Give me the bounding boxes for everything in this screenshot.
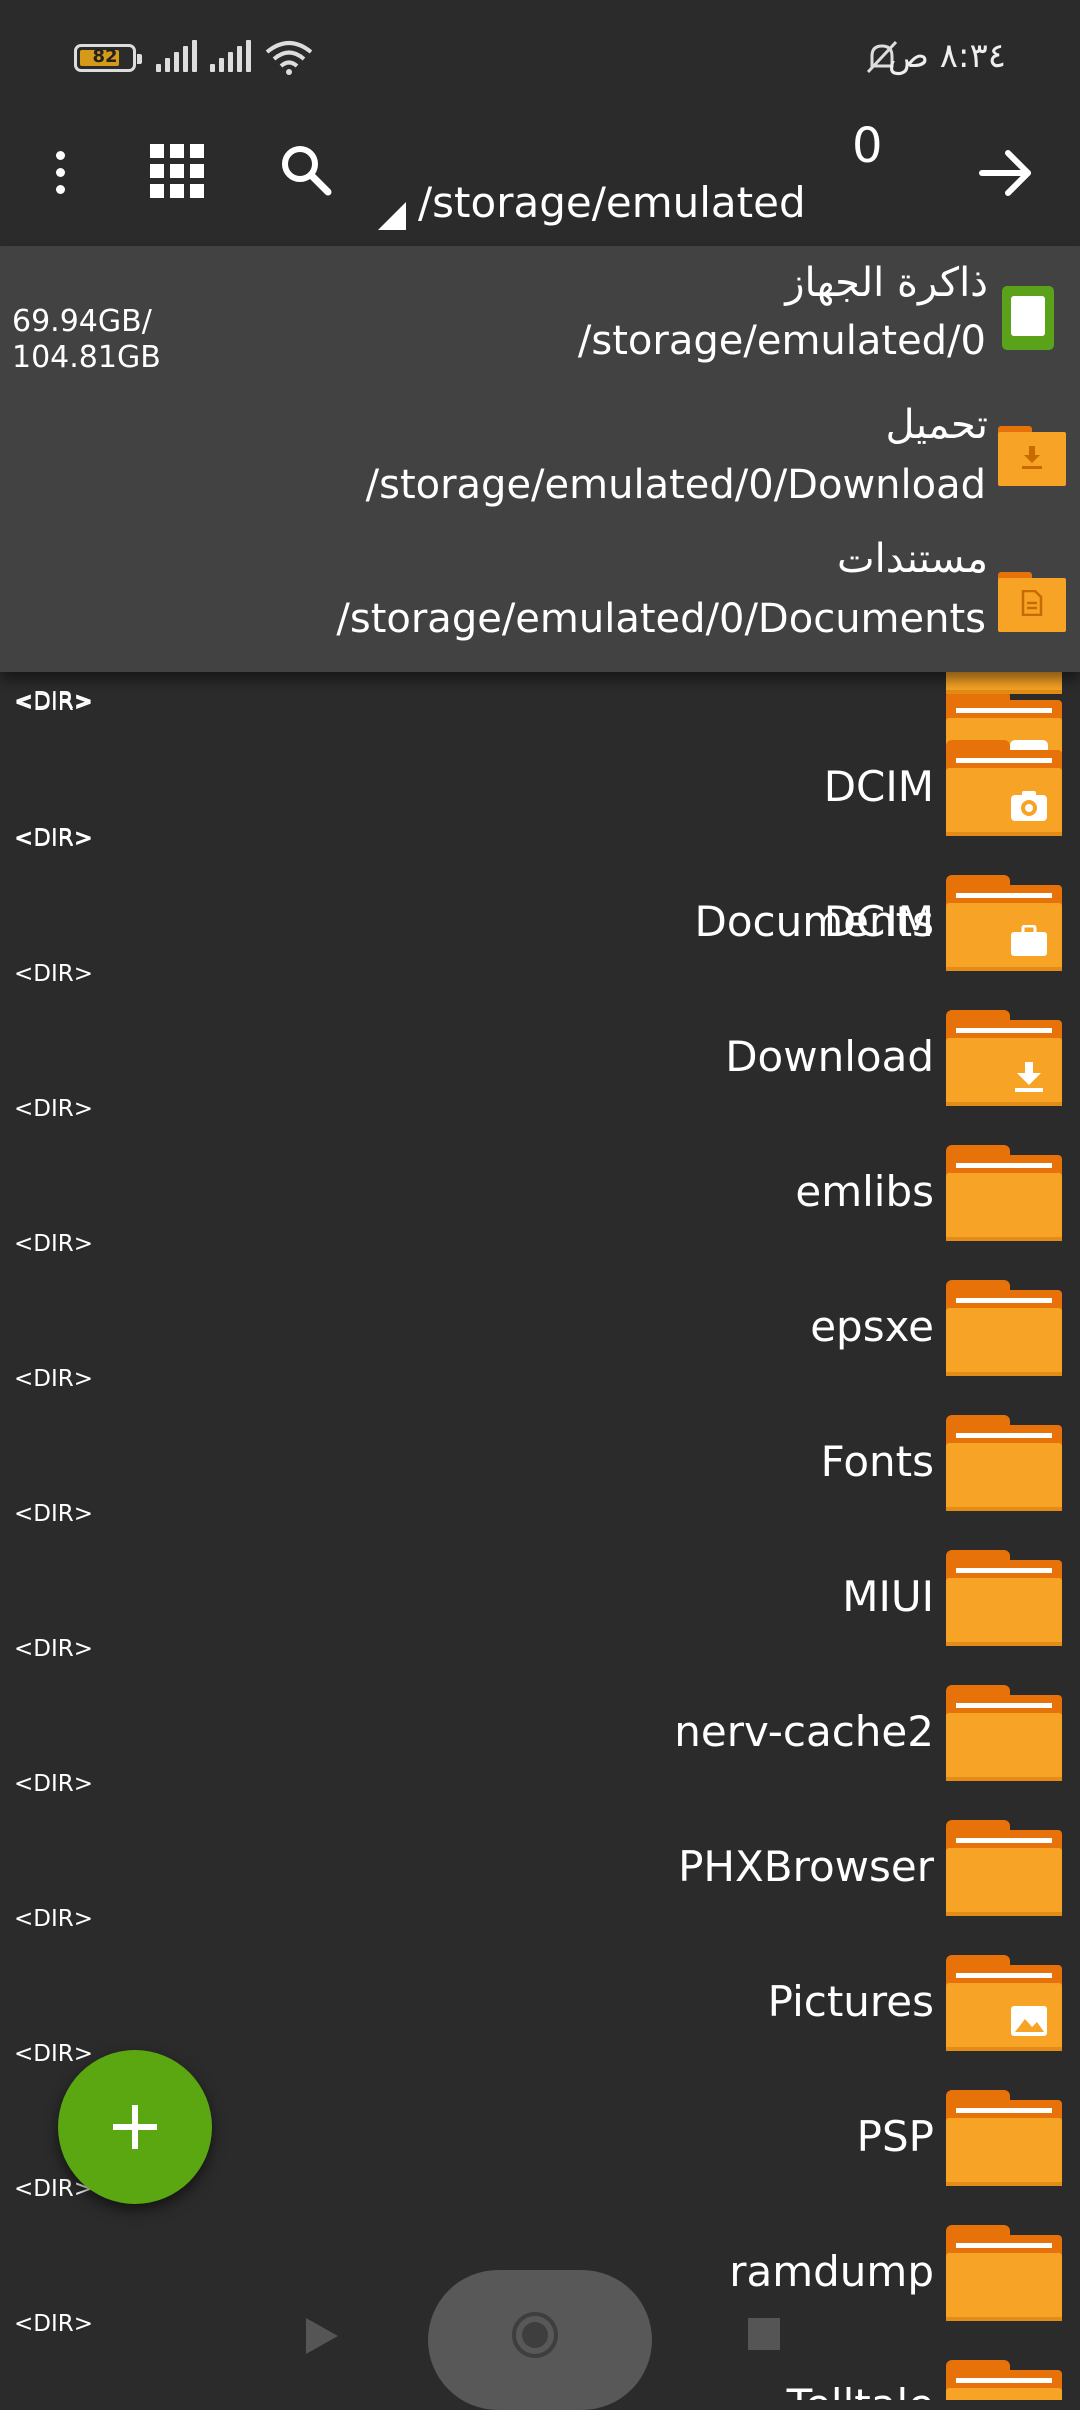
list-item[interactable]: DCIM <DIR> [0, 740, 1080, 875]
signal-icon [156, 40, 197, 72]
file-name: PHXBrowser [678, 1842, 934, 1891]
file-name: epsxe [810, 1302, 934, 1351]
image-icon [1011, 2006, 1047, 2036]
battery-level: 82 [92, 46, 118, 67]
toolbar: 0 /storage/emulated [0, 118, 1080, 248]
location-device-storage[interactable]: 69.94GB/ 104.81GB ذاكرة الجهاز /storage/… [0, 246, 1080, 396]
sd-storage-icon [1002, 286, 1054, 350]
folder-icon [946, 1820, 1062, 1916]
location-path: /storage/emulated/0/Download [365, 462, 986, 508]
more-options-icon[interactable] [36, 142, 84, 202]
folder-icon [946, 2090, 1062, 2186]
documents-folder-icon [998, 572, 1066, 632]
play-icon[interactable] [306, 2318, 338, 2354]
folder-icon [946, 1280, 1062, 1376]
storage-locations-dropdown: 69.94GB/ 104.81GB ذاكرة الجهاز /storage/… [0, 246, 1080, 672]
briefcase-icon [1011, 925, 1047, 956]
current-path[interactable]: /storage/emulated [418, 178, 806, 227]
download-icon [1022, 446, 1042, 469]
file-name: Download [725, 1032, 934, 1081]
file-name: ramdump [729, 2247, 934, 2296]
dir-label: <DIR> [14, 1366, 94, 1392]
list-item[interactable]: emlibs <DIR> [0, 1145, 1080, 1280]
dir-label: <DIR> [14, 1771, 94, 1797]
camera-icon [1011, 791, 1047, 821]
image-folder-icon [946, 1955, 1062, 2051]
search-icon[interactable] [276, 140, 336, 200]
download-folder-icon [946, 1010, 1062, 1106]
dir-label: <DIR> [14, 2311, 94, 2337]
document-icon [1021, 590, 1043, 616]
dir-label: <DIR> [14, 1501, 94, 1527]
location-path: /storage/emulated/0 [577, 318, 986, 364]
wifi-icon [265, 41, 313, 75]
storage-size: 69.94GB/ 104.81GB [12, 304, 161, 375]
folder-icon [946, 1415, 1062, 1511]
file-name: nerv-cache2 [674, 1707, 934, 1756]
dir-label: <DIR> [14, 1906, 94, 1932]
dir-label: <DIR> [14, 961, 94, 987]
location-documents[interactable]: مستندات /storage/emulated/0/Documents [0, 536, 1080, 672]
add-button[interactable] [58, 2050, 212, 2204]
folder-icon [946, 1145, 1062, 1241]
download-icon [1015, 1062, 1043, 1092]
battery-icon: 82 [74, 44, 142, 72]
file-name: Documents [694, 897, 934, 946]
file-name: MIUI [842, 1572, 934, 1621]
folder-icon [946, 2360, 1062, 2400]
list-item[interactable]: MIUI <DIR> [0, 1550, 1080, 1685]
file-name: emlibs [795, 1167, 934, 1216]
list-item[interactable]: nerv-cache2 <DIR> [0, 1685, 1080, 1820]
grid-view-icon[interactable] [150, 144, 204, 198]
location-title: تحميل [885, 402, 988, 448]
clock: ٨:٣٤ ص [887, 36, 1006, 76]
camera-folder-icon [946, 740, 1062, 836]
location-title: ذاكرة الجهاز [785, 260, 988, 306]
dir-label: <DIR> [14, 1096, 94, 1122]
stop-icon[interactable] [748, 2318, 780, 2350]
dir-label: <DIR> [14, 826, 94, 852]
signal-icon-2 [210, 40, 251, 72]
folder-icon [946, 1685, 1062, 1781]
file-name: PSP [856, 2112, 934, 2161]
dir-label: <DIR> [14, 1636, 94, 1662]
location-download[interactable]: تحميل /storage/emulated/0/Download [0, 396, 1080, 536]
record-button[interactable] [428, 2270, 652, 2410]
list-item[interactable]: PHXBrowser <DIR> [0, 1820, 1080, 1955]
list-item[interactable]: Documents <DIR> [0, 875, 1080, 1010]
dir-label: <DIR> [14, 1231, 94, 1257]
folder-icon [946, 1550, 1062, 1646]
dir-label: <DIR> [14, 690, 94, 716]
list-item[interactable]: Download <DIR> [0, 1010, 1080, 1145]
location-title: مستندات [836, 536, 988, 582]
status-bar: 82 ٨:٣٤ ص [0, 0, 1080, 118]
selected-count: 0 [852, 118, 883, 174]
location-path: /storage/emulated/0/Documents [336, 596, 986, 642]
list-item[interactable]: Fonts <DIR> [0, 1415, 1080, 1550]
file-name: Pictures [767, 1977, 934, 2026]
briefcase-folder-icon [946, 875, 1062, 971]
arrow-right-icon[interactable] [970, 138, 1040, 208]
file-name: Telltale [787, 2380, 934, 2400]
list-item[interactable]: epsxe <DIR> [0, 1280, 1080, 1415]
file-name: Fonts [820, 1437, 934, 1486]
dir-label: <DIR> [14, 2041, 94, 2067]
path-dropdown-triangle-icon[interactable] [378, 202, 406, 230]
download-folder-icon [998, 426, 1066, 486]
file-name: DCIM [823, 762, 934, 811]
folder-icon [946, 2225, 1062, 2321]
